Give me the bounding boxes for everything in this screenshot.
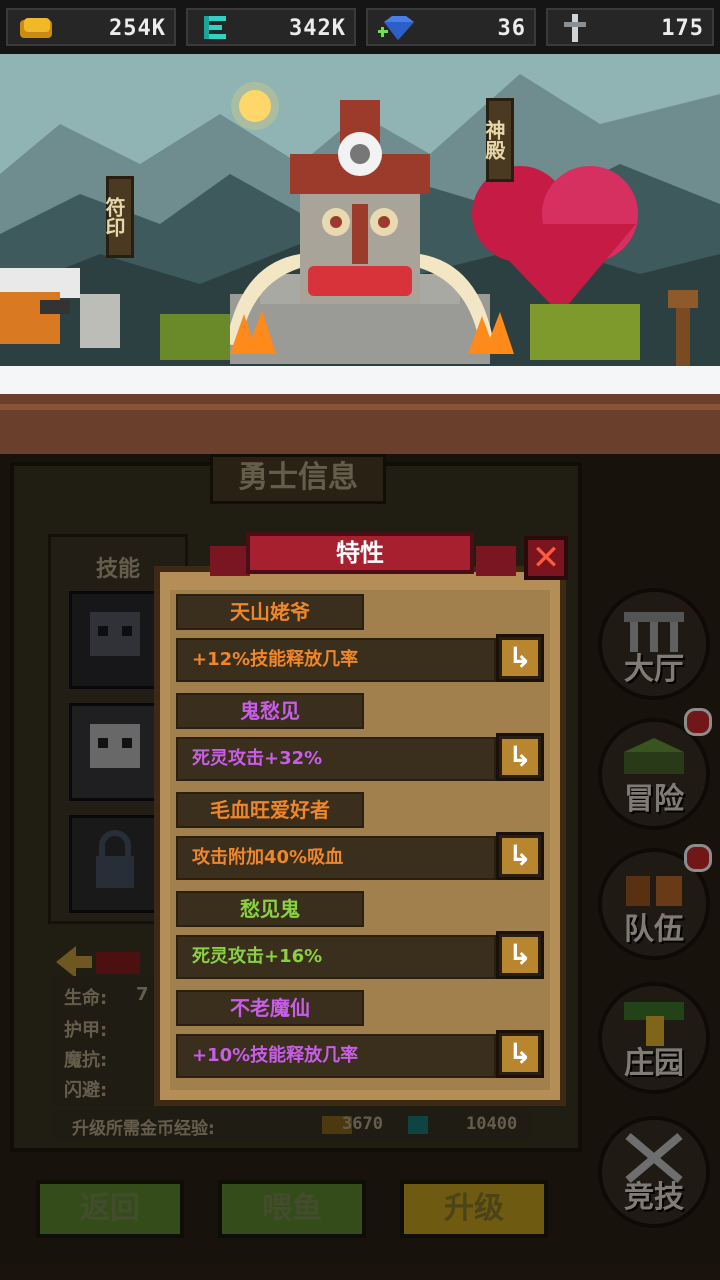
trait-name-1: 天山姥爷 — [176, 594, 364, 630]
gem-counter[interactable]: 36 — [366, 8, 536, 46]
gold-counter[interactable]: 254K — [6, 8, 176, 46]
close-icon: ✕ — [531, 538, 561, 578]
sword-counter[interactable]: 175 — [546, 8, 714, 46]
trait-action-button-4[interactable]: ↳ — [496, 931, 544, 979]
close-button[interactable]: ✕ — [524, 536, 568, 580]
gold-value: 254K — [109, 16, 166, 41]
trait-action-button-2[interactable]: ↳ — [496, 733, 544, 781]
gold-coin-icon — [20, 18, 52, 38]
traits-dialog-title: 特性 — [246, 532, 474, 574]
trait-name-4: 愁见鬼 — [176, 891, 364, 927]
arrow-corner-icon: ↳ — [502, 640, 538, 676]
battle-scene: 符印 神殿 — [0, 54, 720, 454]
sword-icon — [564, 14, 586, 42]
ribbon-tail-left — [210, 546, 250, 576]
trait-desc-4: 死灵攻击+16% — [176, 935, 496, 979]
sword-value: 175 — [661, 16, 704, 41]
energy-counter[interactable]: 342K — [186, 8, 356, 46]
energy-icon — [204, 16, 226, 39]
trait-name-3: 毛血旺爱好者 — [176, 792, 364, 828]
arrow-corner-icon: ↳ — [502, 838, 538, 874]
trait-desc-3: 攻击附加40%吸血 — [176, 836, 496, 880]
currency-bar: 254K 342K 36 175 — [0, 0, 720, 54]
trait-desc-1: +12%技能释放几率 — [176, 638, 496, 682]
ribbon-tail-right — [476, 546, 516, 576]
temple-signboard[interactable]: 神殿 — [482, 98, 514, 182]
gem-value: 36 — [497, 16, 526, 41]
energy-value: 342K — [289, 16, 346, 41]
trait-name-2: 鬼愁见 — [176, 693, 364, 729]
trait-name-5: 不老魔仙 — [176, 990, 364, 1026]
arrow-corner-icon: ↳ — [502, 739, 538, 775]
arrow-corner-icon: ↳ — [502, 937, 538, 973]
trait-desc-5: +10%技能释放几率 — [176, 1034, 496, 1078]
rune-signboard[interactable]: 符印 — [102, 176, 134, 258]
trait-desc-2: 死灵攻击+32% — [176, 737, 496, 781]
trait-action-button-1[interactable]: ↳ — [496, 634, 544, 682]
trait-action-button-5[interactable]: ↳ — [496, 1030, 544, 1078]
trait-action-button-3[interactable]: ↳ — [496, 832, 544, 880]
diamond-icon — [378, 16, 414, 40]
arrow-corner-icon: ↳ — [502, 1036, 538, 1072]
